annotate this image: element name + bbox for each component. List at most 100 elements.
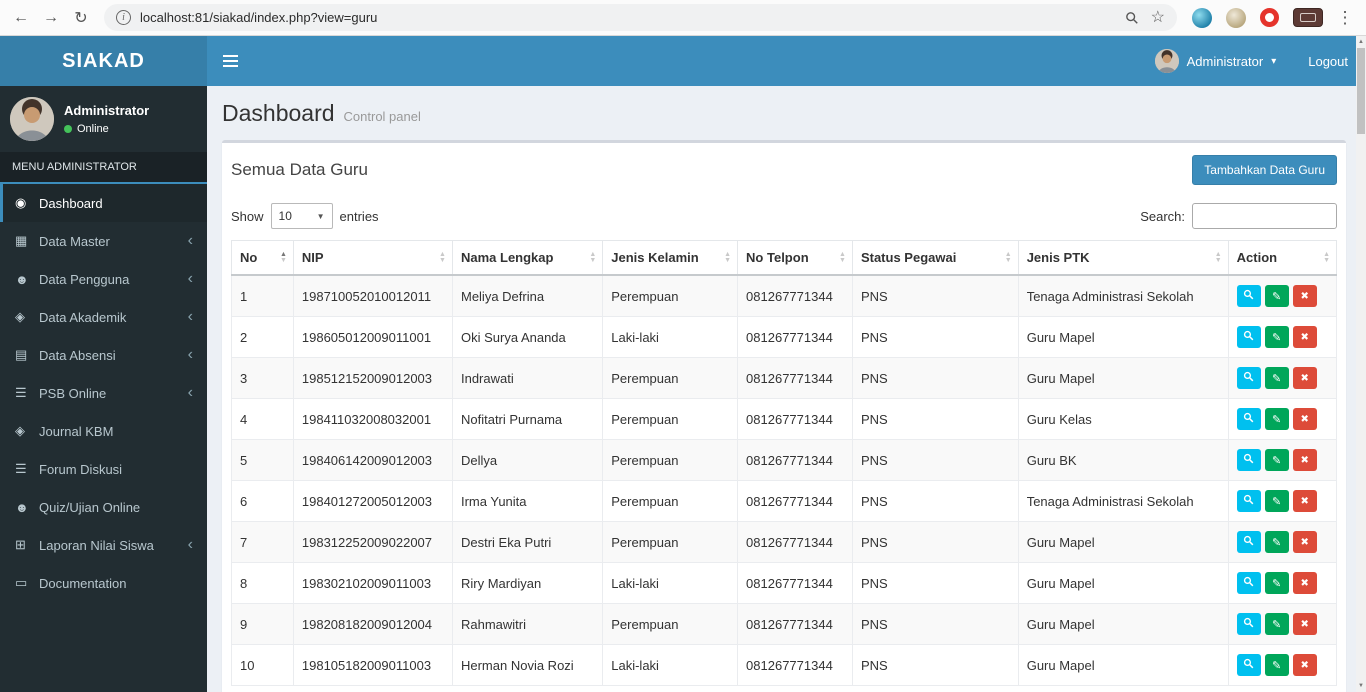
back-icon[interactable]: ← <box>8 5 34 31</box>
sidebar-item-documentation[interactable]: ▭ Documentation <box>0 564 207 602</box>
table-row: 1 198710052010012011 Meliya Defrina Perempu… <box>231 274 1338 317</box>
search-input[interactable] <box>1192 203 1337 229</box>
cell-no-telpon: 081267771344 <box>737 439 853 481</box>
cell-no: 6 <box>231 480 294 522</box>
sidebar-item-label: Quiz/Ujian Online <box>39 499 141 515</box>
chevron-left-icon: ‹ <box>187 232 193 249</box>
page-length-value: 10 <box>278 209 292 223</box>
view-button[interactable] <box>1236 572 1261 594</box>
search-icon <box>1243 289 1254 303</box>
scroll-down-icon[interactable]: ▼ <box>1358 680 1364 692</box>
column-header-no[interactable]: No ▲ ▼ <box>231 240 294 276</box>
delete-button[interactable]: ✖ <box>1292 285 1317 307</box>
view-button[interactable] <box>1236 449 1261 471</box>
zoom-icon[interactable] <box>1125 11 1139 25</box>
view-button[interactable] <box>1236 367 1261 389</box>
edit-button[interactable]: ✎ <box>1264 654 1289 676</box>
view-button[interactable] <box>1236 408 1261 430</box>
delete-button[interactable]: ✖ <box>1292 572 1317 594</box>
bookmark-star-icon[interactable]: ☆ <box>1151 9 1165 26</box>
view-button[interactable] <box>1236 326 1261 348</box>
edit-button[interactable]: ✎ <box>1264 613 1289 635</box>
cell-no-telpon: 081267771344 <box>737 274 853 317</box>
cell-no-telpon: 081267771344 <box>737 316 853 358</box>
edit-button[interactable]: ✎ <box>1264 408 1289 430</box>
page-subtitle: Control panel <box>343 109 421 124</box>
sidebar-item-forum-diskusi[interactable]: ☰ Forum Diskusi <box>0 450 207 488</box>
sidebar-item-label: Documentation <box>39 575 127 591</box>
edit-button[interactable]: ✎ <box>1264 367 1289 389</box>
sidebar-item-label: Data Pengguna <box>39 271 130 287</box>
info-icon[interactable]: i <box>116 10 131 25</box>
sidebar-item-laporan-nilai-siswa[interactable]: ⊞ Laporan Nilai Siswa ‹ <box>0 526 207 564</box>
edit-button[interactable]: ✎ <box>1264 531 1289 553</box>
sidebar-item-journal-kbm[interactable]: ◈ Journal KBM <box>0 412 207 450</box>
page-scrollbar[interactable]: ▲ ▼ <box>1356 36 1366 692</box>
address-bar[interactable]: i localhost:81/siakad/index.php?view=gur… <box>104 4 1177 31</box>
forward-icon[interactable]: → <box>38 5 64 31</box>
kebab-menu-icon[interactable]: ⋮ <box>1332 5 1358 31</box>
edit-button[interactable]: ✎ <box>1264 326 1289 348</box>
view-button[interactable] <box>1236 654 1261 676</box>
cell-no-telpon: 081267771344 <box>737 357 853 399</box>
view-button[interactable] <box>1236 285 1261 307</box>
page-length-select[interactable]: 10 ▼ <box>270 203 333 229</box>
sort-icon: ▲ ▼ <box>724 250 732 264</box>
edit-icon: ✎ <box>1272 413 1282 426</box>
delete-button[interactable]: ✖ <box>1292 654 1317 676</box>
view-button[interactable] <box>1236 531 1261 553</box>
delete-button[interactable]: ✖ <box>1292 613 1317 635</box>
edit-icon: ✎ <box>1272 659 1282 672</box>
view-button[interactable] <box>1236 613 1261 635</box>
cell-action: ✎ ✖ <box>1227 521 1338 563</box>
delete-button[interactable]: ✖ <box>1292 449 1317 471</box>
column-header-status-pegawai[interactable]: Status Pegawai ▲ ▼ <box>851 240 1019 276</box>
refresh-icon[interactable]: ↻ <box>68 5 94 31</box>
cell-jenis-kelamin: Perempuan <box>602 274 739 317</box>
column-header-jenis-ptk[interactable]: Jenis PTK ▲ ▼ <box>1017 240 1229 276</box>
sidebar-item-quiz-ujian-online[interactable]: ☻ Quiz/Ujian Online <box>0 488 207 526</box>
delete-button[interactable]: ✖ <box>1292 531 1317 553</box>
table-header-row: No ▲ ▼ NIP ▲ ▼ Nama Lengkap ▲ ▼ Jenis Kelamin ▲… <box>231 240 1338 276</box>
screenshot-extension-icon[interactable] <box>1293 8 1323 27</box>
column-header-jenis-kelamin[interactable]: Jenis Kelamin ▲ ▼ <box>602 240 739 276</box>
user-menu[interactable]: Administrator ▾ <box>1141 36 1291 86</box>
delete-button[interactable]: ✖ <box>1292 490 1317 512</box>
cell-nama: Riry Mardiyan <box>451 562 604 604</box>
add-guru-button[interactable]: Tambahkan Data Guru <box>1192 155 1337 185</box>
sidebar-user-name: Administrator <box>64 103 150 118</box>
sidebar-item-data-master[interactable]: ▦ Data Master ‹ <box>0 222 207 260</box>
edit-button[interactable]: ✎ <box>1264 490 1289 512</box>
sort-icon: ▲ ▼ <box>839 250 846 264</box>
edit-button[interactable]: ✎ <box>1264 572 1289 594</box>
sidebar-item-psb-online[interactable]: ☰ PSB Online ‹ <box>0 374 207 412</box>
sidebar-item-data-pengguna[interactable]: ☻ Data Pengguna ‹ <box>0 260 207 298</box>
logout-button[interactable]: Logout <box>1290 36 1366 86</box>
edit-icon: ✎ <box>1272 536 1282 549</box>
cell-status-pegawai: PNS <box>851 603 1019 645</box>
cell-no: 1 <box>231 274 294 317</box>
sidebar-item-data-absensi[interactable]: ▤ Data Absensi ‹ <box>0 336 207 374</box>
column-header-action[interactable]: Action ▲ ▼ <box>1227 240 1338 276</box>
edit-button[interactable]: ✎ <box>1264 449 1289 471</box>
delete-button[interactable]: ✖ <box>1292 326 1317 348</box>
column-header-no-telpon[interactable]: No Telpon ▲ ▼ <box>737 240 853 276</box>
brand-logo[interactable]: SIAKAD <box>0 36 207 86</box>
view-button[interactable] <box>1236 490 1261 512</box>
column-header-nama-lengkap[interactable]: Nama Lengkap ▲ ▼ <box>451 240 604 276</box>
sidebar-item-dashboard[interactable]: ◉ Dashboard <box>0 184 207 222</box>
chevron-left-icon: ‹ <box>187 536 193 553</box>
delete-button[interactable]: ✖ <box>1292 367 1317 389</box>
scroll-up-icon[interactable]: ▲ <box>1358 36 1364 48</box>
column-header-nip[interactable]: NIP ▲ ▼ <box>292 240 453 276</box>
globe-extension-icon[interactable] <box>1192 7 1212 28</box>
entries-label: entries <box>339 208 379 224</box>
scrollbar-thumb[interactable] <box>1357 48 1365 134</box>
sidebar-toggle[interactable] <box>207 36 253 86</box>
cell-jenis-kelamin: Perempuan <box>602 357 739 399</box>
delete-button[interactable]: ✖ <box>1292 408 1317 430</box>
edit-button[interactable]: ✎ <box>1264 285 1289 307</box>
sidebar-item-data-akademik[interactable]: ◈ Data Akademik ‹ <box>0 298 207 336</box>
extension-icon[interactable] <box>1226 7 1246 28</box>
opera-extension-icon[interactable] <box>1260 8 1279 27</box>
